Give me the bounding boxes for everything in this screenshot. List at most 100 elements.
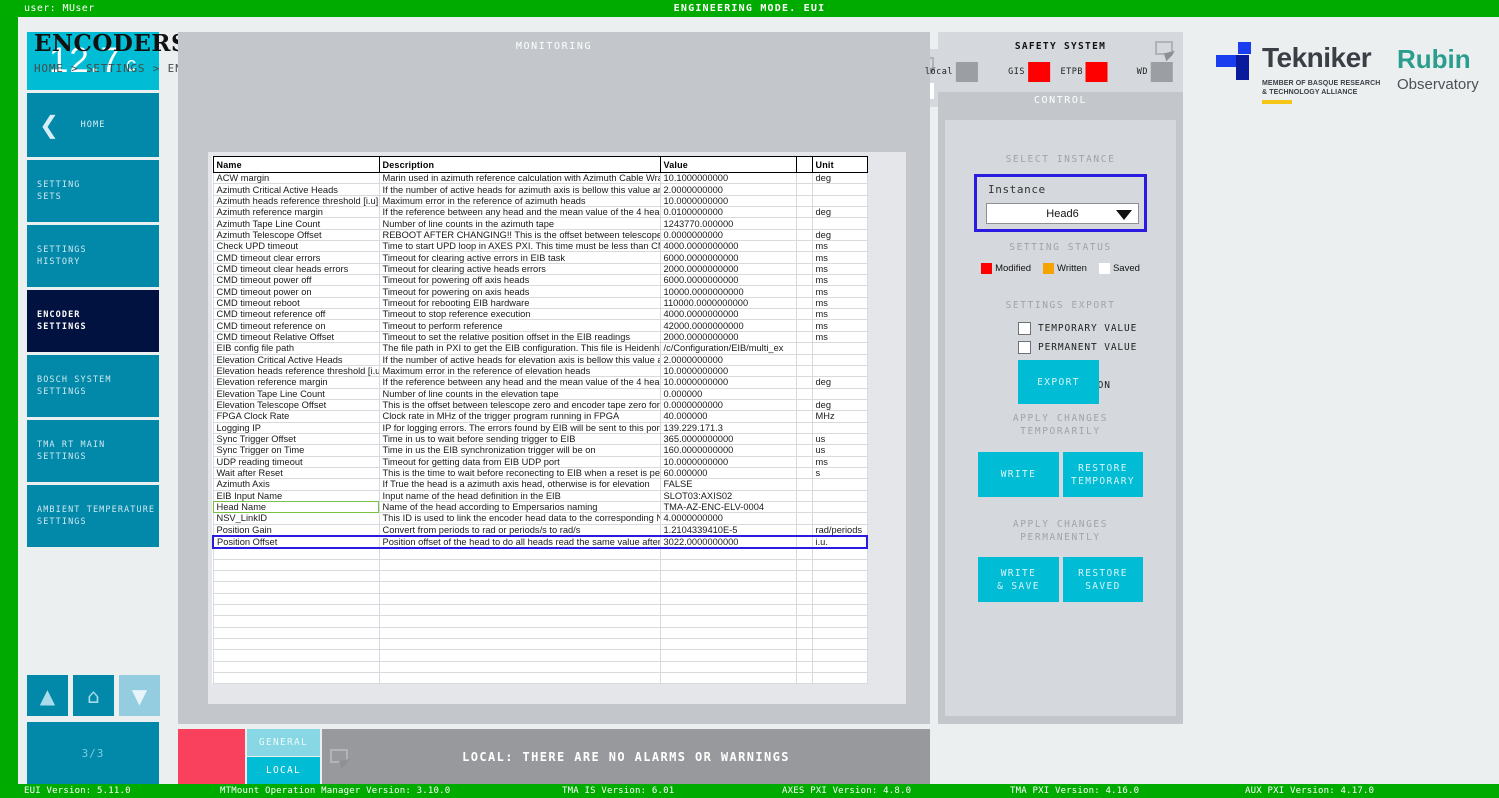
cell-value: /c/Configuration/EIB/multi_ex [659,342,797,355]
alarm-tab-local[interactable]: LOCAL [247,757,320,784]
table-row[interactable]: CMD timeout Relative Offset Timeout to se… [212,330,868,344]
cell-name: CMD timeout reboot [212,296,380,310]
control-title: CONTROL [1033,95,1088,106]
restore-temporary-button[interactable]: RESTORE TEMPORARY [1063,452,1143,497]
cell-value: FALSE [659,478,797,491]
table-row-empty[interactable] [212,660,868,674]
table-row[interactable]: Azimuth Tape Line Count Number of line co… [212,217,868,230]
table-row[interactable]: FPGA Clock Rate Clock rate in MHz of the … [212,410,868,423]
table-row-empty[interactable] [212,592,868,606]
home-button[interactable]: ⌂ [73,675,114,716]
sidebar-item-setting-sets[interactable]: SETTING SETS [27,160,159,222]
table-row-empty[interactable] [212,547,868,560]
cell-spacer [795,183,813,196]
page-down-button[interactable]: ▼ [119,675,160,716]
table-row[interactable]: Logging IP IP for logging errors. The err… [212,421,868,434]
table-row[interactable]: Check UPD timeout Time to start UPD loop … [212,240,868,253]
table-row-empty[interactable] [212,649,868,662]
table-row[interactable]: Elevation Tape Line Count Number of line … [212,387,868,400]
table-row[interactable]: Elevation heads reference threshold [i.u… [212,364,868,378]
status-badge: Modified [981,263,1031,274]
cell-value: 1.2104339410E-5 [659,523,797,537]
table-row-empty[interactable] [212,615,868,628]
cell-unit [811,500,868,514]
cell-description: Timeout for clearing active errors in EI… [378,251,661,264]
cell-unit: ms [811,319,868,332]
cell-spacer [795,500,813,514]
table-row[interactable]: Azimuth Critical Active Heads If the numb… [212,183,868,196]
export-option-temporary-value[interactable]: TEMPORARY VALUE [1018,322,1176,335]
cell-name: Position Gain [212,523,380,537]
sidebar-item-tma-rt-main-settings[interactable]: TMA RT MAIN SETTINGS [27,420,159,482]
table-row-empty[interactable] [212,581,868,594]
apply-changes-temporarily-label: APPLY CHANGES TEMPORARILY [1012,413,1109,437]
tekniker-tagline: MEMBER OF BASQUE RESEARCH & TECHNOLOGY A… [1262,80,1381,96]
write-and-save-button[interactable]: WRITE & SAVE [978,557,1059,602]
table-row[interactable]: Position Offset Position offset of the he… [212,534,868,549]
table-row[interactable]: Azimuth Axis If True the head is a azimut… [212,478,868,491]
table-row[interactable]: Position Gain Convert from periods to rad… [212,523,868,537]
sidebar-item-home[interactable]: ❮ HOME [27,93,159,157]
table-row[interactable]: UDP reading timeout Timeout for getting d… [212,455,868,468]
table-row[interactable]: Elevation reference margin If the referen… [212,376,868,389]
cell-empty [795,569,813,583]
table-row[interactable]: Head Name Name of the head according to E… [212,500,868,514]
cell-name: CMD timeout reference off [212,308,380,321]
status-swatch [1043,263,1055,274]
instance-dropdown[interactable]: Head6 [986,203,1139,224]
alarm-tab-general[interactable]: GENERAL [247,729,320,756]
page-up-button[interactable]: ▲ [27,675,68,716]
checkbox[interactable] [1018,322,1031,335]
table-row[interactable]: Azimuth heads reference threshold [i.u] M… [212,194,868,208]
column-header-description[interactable]: Description [378,156,661,173]
table-row-empty[interactable] [212,638,868,651]
table-row-empty[interactable] [212,558,868,572]
cell-empty [212,672,380,685]
table-row[interactable]: CMD timeout reference off Timeout to stop… [212,308,868,321]
monitoring-panel: MONITORING Name Description Value Unit A… [178,32,1070,724]
table-row[interactable]: CMD timeout power on Timeout for powering… [212,285,868,298]
status-badge: Written [1043,263,1087,274]
sidebar-item-encoder-settings[interactable]: ENCODER SETTINGS [27,290,159,352]
export-option-permanent-value[interactable]: PERMANENT VALUE [1018,341,1176,354]
table-row[interactable]: CMD timeout reboot Timeout for rebooting … [212,296,868,310]
table-row[interactable]: CMD timeout clear heads errors Timeout fo… [212,262,868,276]
restore-saved-button[interactable]: RESTORE SAVED [1063,557,1143,602]
cell-empty [795,547,813,560]
checkbox[interactable] [1018,341,1031,354]
column-header-unit[interactable]: Unit [811,156,868,173]
table-row[interactable]: CMD timeout reference on Timeout to perfo… [212,319,868,332]
safety-led-gis: GIS [1008,62,1050,82]
table-row-empty[interactable] [212,626,868,640]
table-row[interactable]: CMD timeout clear errors Timeout for clea… [212,251,868,264]
table-row[interactable]: EIB config file path The file path in PXI… [212,342,868,355]
sidebar-item-bosch-system-settings[interactable]: BOSCH SYSTEM SETTINGS [27,355,159,417]
table-row[interactable]: ACW margin Marin used in azimuth referenc… [212,171,868,185]
table-row[interactable]: EIB Input Name Input name of the head def… [212,489,868,502]
cell-description: The file path in PXI to get the EIB conf… [378,342,661,355]
table-row[interactable]: Azimuth reference margin If the reference… [212,206,868,219]
table-row[interactable]: Elevation Telescope Offset This is the of… [212,398,868,412]
table-row[interactable]: NSV_LinkID This ID is used to link the en… [212,512,868,525]
table-row[interactable]: Sync Trigger Offset Time in us to wait be… [212,432,868,446]
cell-name: Wait after Reset [212,466,380,480]
table-row[interactable]: Azimuth Telescope Offset REBOOT AFTER CHA… [212,228,868,242]
table-row[interactable]: Sync Trigger on Time Time in us the EIB s… [212,444,868,457]
sidebar-item-settings-history[interactable]: SETTINGS HISTORY [27,225,159,287]
settings-table-container[interactable]: Name Description Value Unit ACW margin Ma… [208,152,906,704]
table-row[interactable]: Wait after Reset This is the time to wait… [212,466,868,480]
status-badge: Saved [1098,263,1140,274]
sidebar-item-ambient-temperature-settings[interactable]: AMBIENT TEMPERATURE SETTINGS [27,485,159,547]
table-row[interactable]: CMD timeout power off Timeout for powerin… [212,274,868,287]
write-button[interactable]: WRITE [978,452,1059,497]
column-header-name[interactable]: Name [212,156,380,173]
column-header-value[interactable]: Value [659,156,797,173]
cell-name: CMD timeout power off [212,274,380,287]
table-row-empty[interactable] [212,672,868,685]
table-row-empty[interactable] [212,569,868,583]
cell-unit [811,489,868,502]
table-row[interactable]: Elevation Critical Active Heads If the nu… [212,353,868,366]
cell-name: Position Offset [212,534,380,549]
export-button[interactable]: EXPORT [1018,360,1099,404]
table-row-empty[interactable] [212,604,868,617]
